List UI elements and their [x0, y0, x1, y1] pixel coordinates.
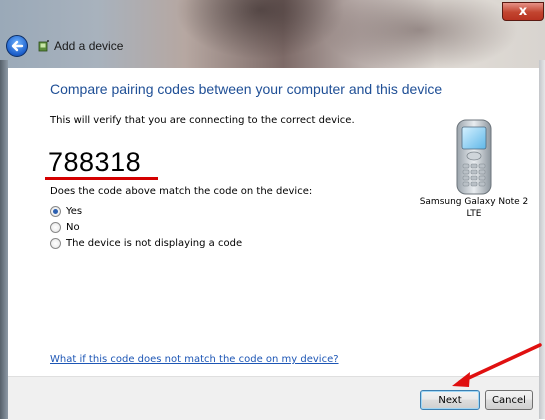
back-button[interactable] [6, 35, 28, 57]
title-bar [0, 0, 545, 68]
code-mismatch-help-link[interactable]: What if this code does not match the cod… [50, 354, 339, 365]
radio-button[interactable] [50, 222, 61, 233]
radio-option-no-code[interactable]: The device is not displaying a code [50, 238, 242, 249]
radio-label-no-code: The device is not displaying a code [66, 238, 243, 249]
pairing-code-annotation-underline [45, 177, 158, 180]
content-area: Compare pairing codes between your compu… [8, 68, 539, 376]
page-heading: Compare pairing codes between your compu… [50, 81, 443, 97]
add-device-icon [38, 40, 49, 52]
window-left-border [0, 60, 8, 419]
radio-label-yes: Yes [66, 206, 83, 217]
pairing-code: 788318 [48, 147, 142, 177]
window-title: Add a device [54, 39, 124, 53]
device-name-line2: LTE [466, 209, 482, 219]
radio-label-no: No [66, 222, 80, 233]
radio-button-selected[interactable] [50, 206, 61, 217]
close-button[interactable]: x [502, 2, 544, 21]
mobile-phone-icon [456, 119, 492, 195]
radio-option-no[interactable]: No [50, 222, 80, 233]
radio-button[interactable] [50, 238, 61, 249]
add-device-window: x Add a device Compare pairing codes bet… [0, 0, 545, 420]
device-name-line1: Samsung Galaxy Note 2 [419, 197, 529, 207]
back-arrow-icon [11, 40, 24, 52]
page-description: This will verify that you are connecting… [50, 115, 355, 126]
device-name: Samsung Galaxy Note 2 LTE [414, 196, 534, 220]
red-annotation-arrow-icon [452, 343, 542, 387]
radio-option-yes[interactable]: Yes [50, 206, 82, 217]
match-question: Does the code above match the code on th… [50, 186, 313, 197]
